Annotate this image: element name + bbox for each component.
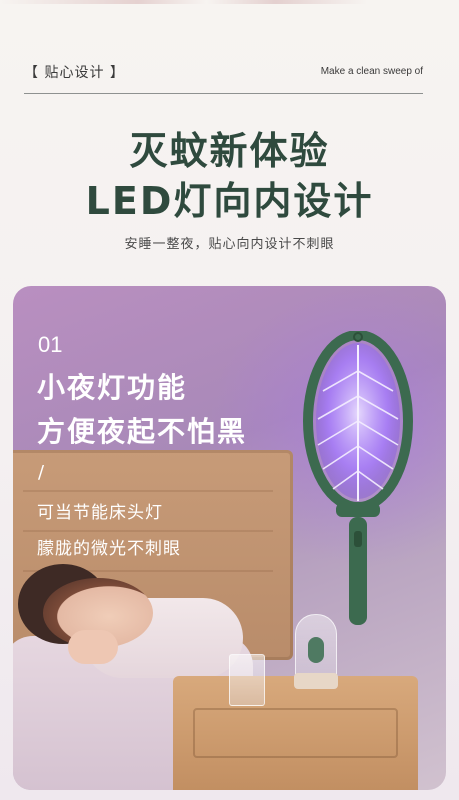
nightstand	[173, 676, 418, 790]
jar-base	[294, 673, 338, 689]
top-decor-line	[0, 0, 459, 4]
feature-heading-line1: 小夜灯功能	[37, 371, 188, 404]
hero-title-line2: LED灯向内设计	[85, 179, 374, 223]
mosquito-swatter-icon	[303, 331, 413, 625]
water-glass	[229, 654, 265, 706]
sleeping-person-hand	[68, 630, 118, 664]
feature-desc-line1: 可当节能床头灯	[37, 503, 163, 523]
tagline: Make a clean sweep of	[320, 66, 423, 77]
hero-subtitle: 安睡一整夜，贴心向内设计不刺眼	[124, 237, 335, 252]
nightstand-drawer	[193, 708, 398, 758]
hero-title-line1: 灭蚊新体验	[129, 129, 330, 173]
divider-rule	[24, 93, 423, 94]
feature-card: 01 小夜灯功能 方便夜起不怕黑 / 可当节能床头灯 朦胧的微光不刺眼	[13, 286, 446, 790]
feature-desc-line2: 朦胧的微光不刺眼	[37, 539, 181, 559]
feature-number: 01	[38, 332, 63, 357]
cactus	[308, 637, 324, 663]
feature-divider: /	[38, 462, 45, 483]
section-tag: 【 贴心设计 】	[24, 65, 125, 81]
feature-heading-line2: 方便夜起不怕黑	[37, 415, 248, 448]
